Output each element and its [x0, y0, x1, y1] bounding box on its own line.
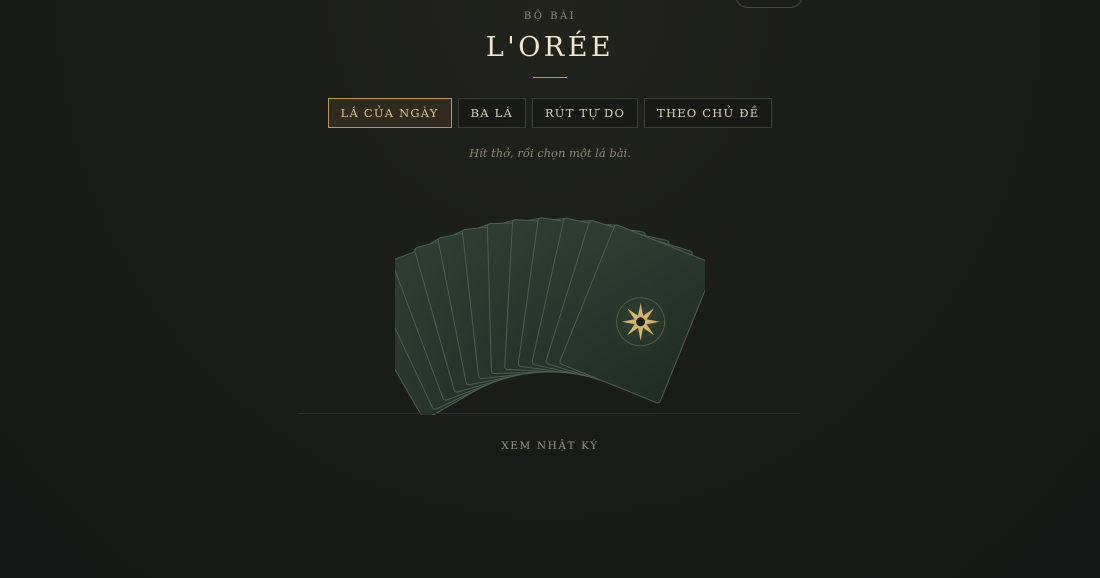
view-journal-link[interactable]: XEM NHẬT KÝ — [0, 440, 1100, 452]
tab-card-of-the-day[interactable]: LÁ CỦA NGÀY — [327, 98, 452, 128]
tab-by-theme[interactable]: THEO CHỦ ĐỀ — [644, 98, 773, 128]
tab-free-draw[interactable]: RÚT TỰ DO — [531, 98, 639, 128]
reading-mode-tabs: LÁ CỦA NGÀY BA LÁ RÚT TỰ DO THEO CHỦ ĐỀ — [0, 98, 1100, 128]
section-divider — [298, 413, 800, 414]
instruction-text: Hít thở, rồi chọn một lá bài. — [469, 146, 631, 160]
deck-eyebrow: BỘ BÀI — [523, 11, 577, 22]
top-menu-button[interactable] — [735, 0, 803, 8]
card-fan — [395, 217, 705, 415]
title-divider — [533, 77, 567, 78]
tab-three-cards[interactable]: BA LÁ — [457, 98, 526, 128]
page-title: L'ORÉE — [485, 32, 615, 63]
